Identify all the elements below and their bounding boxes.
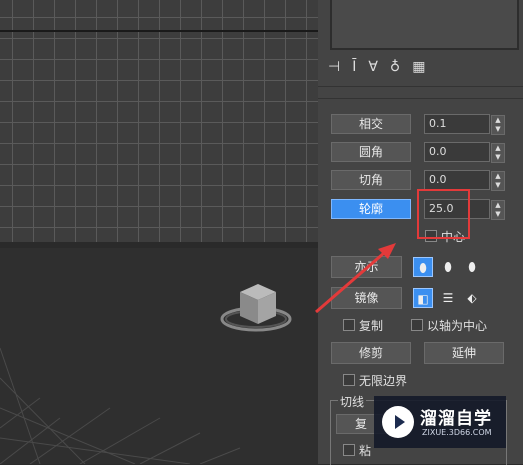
watermark-title: 溜溜自学	[420, 409, 492, 429]
watermark-url: ZIXUE.3D66.COM	[422, 428, 492, 437]
watermark: 溜溜自学 ZIXUE.3D66.COM	[374, 396, 506, 448]
play-logo-icon	[382, 406, 414, 438]
annotation-arrow	[315, 243, 396, 314]
